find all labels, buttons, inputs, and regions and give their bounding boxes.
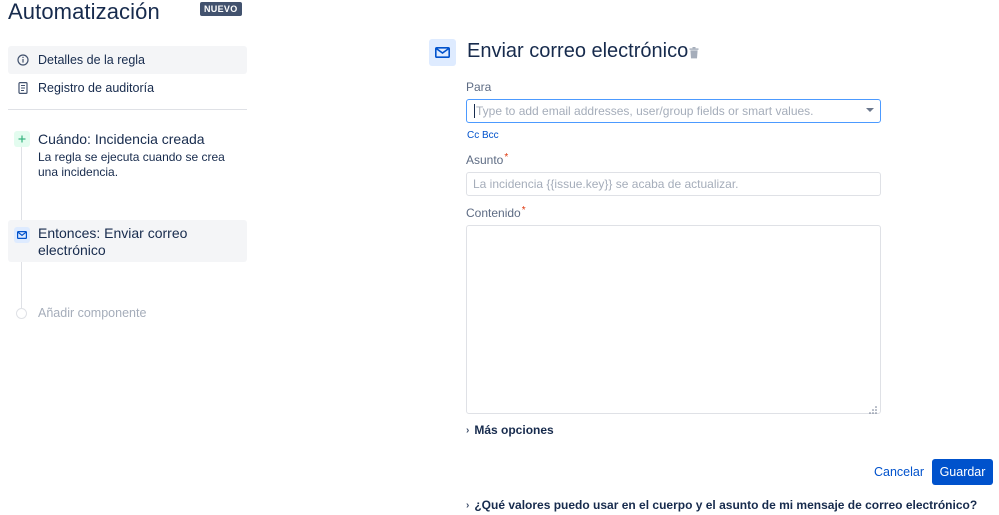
- to-field-wrap: [466, 99, 881, 123]
- text-cursor: [474, 104, 475, 118]
- nav-divider: [8, 109, 247, 110]
- panel-title: Enviar correo electrónico: [467, 40, 689, 62]
- nav-item-label: Detalles de la regla: [38, 53, 146, 67]
- more-options-toggle[interactable]: › Más opciones: [466, 423, 554, 437]
- flow-step-trigger[interactable]: Cuándo: Incidencia creada La regla se ej…: [8, 128, 247, 184]
- help-label: ¿Qué valores puedo usar en el cuerpo y e…: [474, 498, 978, 512]
- add-component-label: Añadir componente: [38, 306, 147, 320]
- content-label: Contenido*: [466, 205, 526, 220]
- info-icon: [8, 54, 38, 66]
- new-badge: NUEVO: [200, 2, 242, 16]
- mail-icon: [429, 39, 456, 66]
- chevron-right-icon: ›: [466, 499, 470, 511]
- trash-icon[interactable]: [689, 46, 699, 64]
- flow-step-action[interactable]: Entonces: Enviar correo electrónico: [8, 220, 247, 262]
- add-circle-icon: [16, 308, 27, 319]
- nav-item-audit-log[interactable]: Registro de auditoría: [8, 74, 247, 102]
- help-toggle[interactable]: › ¿Qué valores puedo usar en el cuerpo y…: [466, 498, 977, 512]
- step-title: Entonces: Enviar correo electrónico: [38, 225, 188, 258]
- chevron-right-icon: ›: [466, 424, 470, 436]
- content-textarea[interactable]: [466, 225, 881, 414]
- resize-handle-icon[interactable]: [868, 402, 878, 414]
- more-options-label: Más opciones: [474, 423, 554, 437]
- step-description: La regla se ejecuta cuando se crea una i…: [38, 150, 225, 179]
- step-title: Cuándo: Incidencia creada: [38, 131, 205, 147]
- save-button[interactable]: Guardar: [932, 459, 993, 485]
- add-component-button[interactable]: Añadir componente: [8, 304, 247, 322]
- chevron-down-icon[interactable]: [866, 108, 874, 112]
- mail-icon: [14, 227, 30, 243]
- to-label: Para: [466, 80, 492, 94]
- cancel-button[interactable]: Cancelar: [868, 459, 930, 485]
- nav-item-rule-details[interactable]: Detalles de la regla: [8, 46, 247, 74]
- cc-bcc-link[interactable]: Cc Bcc: [467, 130, 499, 141]
- nav-item-label: Registro de auditoría: [38, 81, 155, 95]
- flow-connector: [21, 262, 22, 308]
- app-title: Automatización: [8, 0, 160, 24]
- subject-label: Asunto*: [466, 152, 509, 167]
- to-input[interactable]: [466, 99, 881, 123]
- document-icon: [8, 82, 38, 94]
- plus-icon: [14, 131, 30, 147]
- subject-input[interactable]: [466, 172, 881, 196]
